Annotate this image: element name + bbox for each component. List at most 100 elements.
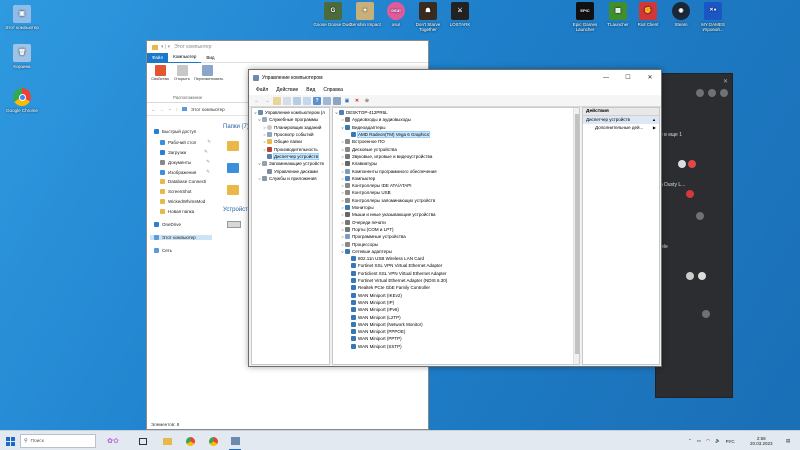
desktop-icon-chrome[interactable]: Google Chrome (2, 88, 42, 113)
forward-arrow-icon[interactable]: → (263, 97, 271, 105)
desktop-icon-recycle-bin[interactable]: 🗑 Корзина (2, 44, 42, 69)
close-icon[interactable]: ✕ (723, 78, 728, 85)
background-chat-window[interactable]: ✕ е в еще 1 h Dusty L... iele (655, 73, 733, 398)
device-item[interactable]: Forticlient SSL VPN Virtual Ethernet Ada… (333, 270, 447, 277)
folder-up-icon[interactable] (273, 96, 281, 105)
desktop-icon-my-games[interactable]: ✕● MY.GAMES Игровой... (693, 2, 733, 32)
tree-node-computer-management[interactable]: v Управление компьютером (л (252, 109, 325, 116)
avatar[interactable] (688, 160, 696, 168)
taskbar-app-computer-management[interactable] (228, 434, 242, 448)
tree-node-disk-management[interactable]: Управление дисками (252, 167, 318, 174)
close-button[interactable]: ✕ (639, 70, 661, 85)
maximize-button[interactable]: ☐ (617, 70, 639, 85)
device-category[interactable]: > Аудиовходы и аудиовыходы (333, 116, 411, 123)
tree-node-device-manager[interactable]: Диспетчер устройств (252, 152, 319, 160)
device-item[interactable]: WAN Miniport (L2TP) (333, 313, 401, 320)
device-category[interactable]: v Видеоадаптеры (333, 124, 385, 131)
menu-view[interactable]: Вид (302, 87, 319, 93)
device-category[interactable]: > Клавиатуры (333, 160, 377, 167)
battery-icon[interactable]: ▭ (697, 438, 701, 444)
device-category[interactable]: > Компьютер (333, 175, 375, 182)
device-tree-root[interactable]: v DESKTOP-412PR6L (333, 109, 388, 116)
device-item[interactable]: WAN Miniport (IKEv2) (333, 292, 402, 299)
menu-help[interactable]: Справка (319, 87, 347, 93)
mmc-titlebar[interactable]: Управление компьютером — ☐ ✕ (249, 70, 661, 85)
avatar[interactable] (696, 212, 704, 220)
device-category[interactable]: > Контроллеры IDE ATA/ATAPI (333, 182, 412, 189)
properties-icon[interactable] (283, 96, 291, 105)
device-item[interactable]: WAN Miniport (IPv6) (333, 306, 399, 313)
monitor-icon[interactable] (323, 96, 331, 105)
avatar[interactable] (686, 190, 694, 198)
device-category[interactable]: > Мыши и иные указывающие устройства (333, 211, 436, 218)
device-category[interactable]: > Программные устройства (333, 233, 406, 240)
device-category[interactable]: > Контроллеры запоминающих устройств (333, 197, 435, 204)
tree-node-shared-folders[interactable]: > Общие папки (252, 138, 302, 145)
avatar[interactable] (720, 89, 728, 97)
nav-item-this-pc[interactable]: Этот компьютер (150, 235, 212, 240)
show-hide-tree-icon[interactable] (293, 96, 301, 105)
start-button[interactable] (3, 434, 17, 448)
nav-item-wickedwhimsmod[interactable]: WickedWhimsMod (160, 199, 205, 204)
export-list-icon[interactable] (303, 96, 311, 105)
avatar[interactable] (702, 310, 710, 318)
nav-item-quick-access[interactable]: Быстрый доступ (154, 129, 196, 134)
back-arrow-icon[interactable]: ← (253, 97, 261, 105)
nav-item-new-folder[interactable]: Новая папка (160, 209, 194, 214)
taskbar-app-chrome[interactable] (183, 434, 197, 448)
rename-button[interactable]: Переименовать (194, 65, 223, 81)
menu-file[interactable]: Файл (252, 87, 272, 93)
language-indicator[interactable]: РУС (726, 439, 735, 444)
tree-node-system-tools[interactable]: v Служебные программы (252, 116, 318, 123)
nav-item-desktop[interactable]: Рабочий стол ✎ (160, 139, 211, 145)
tab-computer[interactable]: Компьютер (168, 52, 202, 63)
actions-section-device-manager[interactable]: Диспетчер устройств ▲ (583, 116, 659, 124)
task-view-button[interactable] (136, 434, 150, 448)
device-item[interactable]: WAN Miniport (IP) (333, 299, 394, 306)
avatar[interactable] (708, 89, 716, 97)
device-category[interactable]: > Встроенное ПО (333, 138, 385, 145)
up-arrow-icon[interactable]: ↑ (176, 107, 178, 112)
tree-node-performance[interactable]: > Производительность (252, 146, 318, 153)
properties-button[interactable]: Свойства (150, 65, 170, 81)
device-item[interactable]: Fortinet SSL VPN Virtual Ethernet Adapte… (333, 262, 442, 269)
chevron-up-icon[interactable]: ⌃ (688, 438, 692, 444)
avatar[interactable] (678, 160, 686, 168)
wifi-icon[interactable]: ◠ (706, 438, 710, 444)
tab-file[interactable]: Файл (147, 52, 169, 63)
device-item[interactable]: Fortinet Virtual Ethernet Adapter (NDIS … (333, 277, 447, 284)
back-arrow-icon[interactable]: ← (151, 107, 156, 112)
tab-view[interactable]: Вид (201, 53, 219, 63)
device-category[interactable]: > Очереди печати (333, 219, 386, 226)
avatar[interactable] (686, 272, 694, 280)
address-path[interactable]: Этот компьютер (191, 107, 225, 112)
nav-item-database-connect[interactable]: Database Connecti (160, 179, 206, 184)
computer-management-window[interactable]: Управление компьютером — ☐ ✕ Файл Действ… (248, 69, 662, 367)
tree-node-services-apps[interactable]: > Службы и приложения (252, 175, 317, 182)
taskbar-app-explorer[interactable] (160, 434, 174, 448)
device-item[interactable]: WAN Miniport (PPTP) (333, 335, 402, 342)
device-item[interactable]: WAN Miniport (SSTP) (333, 343, 402, 350)
open-button[interactable]: Открыть (172, 65, 192, 81)
device-item[interactable]: WAN Miniport (PPPOE) (333, 328, 405, 335)
more-actions-item[interactable]: Дополнительные дей... ▶ (583, 124, 659, 132)
folder-icon[interactable] (227, 185, 239, 195)
notifications-button[interactable]: ▤ (786, 431, 790, 450)
device-category[interactable]: > Контроллеры USB (333, 189, 391, 196)
nav-item-screenshot[interactable]: ScreenShot (160, 189, 192, 194)
desktop-icon-lostark[interactable]: ⚔ LOSTARK (440, 2, 480, 27)
device-category[interactable]: > Компоненты программного обеспечения (333, 167, 437, 174)
clock[interactable]: 2:58 20.03.2023 (750, 431, 773, 450)
update-driver-icon[interactable] (333, 96, 341, 105)
forward-arrow-icon[interactable]: → (160, 107, 165, 112)
nav-item-onedrive[interactable]: OneDrive (154, 222, 181, 227)
device-category[interactable]: > Звуковые, игровые и видеоустройства (333, 153, 432, 160)
drive-icon[interactable] (227, 221, 241, 228)
device-item[interactable]: AMD Radeon(TM) Vega 6 Graphics (333, 131, 431, 139)
taskbar-app-chrome-2[interactable] (206, 434, 220, 448)
download-driver-icon[interactable]: ⊕ (363, 97, 371, 105)
device-tree-scrollbar[interactable] (573, 108, 579, 364)
device-item[interactable]: Realtek PCIe GbE Family Controller (333, 284, 430, 291)
device-item[interactable]: 802.11n USB Wireless LAN Card (333, 255, 424, 262)
tree-node-storage[interactable]: v Запоминающие устройств (252, 160, 324, 167)
